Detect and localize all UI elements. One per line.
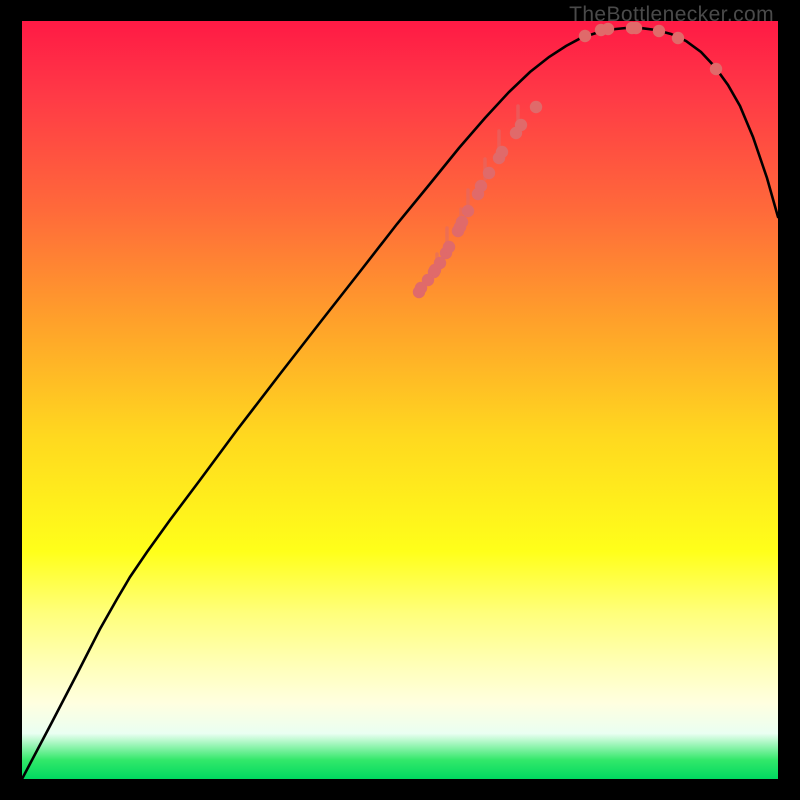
data-point	[710, 63, 722, 75]
data-point	[630, 22, 642, 34]
data-point	[496, 146, 508, 158]
data-point	[602, 23, 614, 35]
data-points	[413, 22, 722, 298]
data-point	[579, 30, 591, 42]
data-point	[515, 119, 527, 131]
data-point	[672, 32, 684, 44]
data-point	[653, 25, 665, 37]
data-point	[530, 101, 542, 113]
data-point	[456, 216, 468, 228]
data-point	[475, 180, 487, 192]
bottleneck-curve	[22, 28, 778, 779]
chart-svg	[22, 21, 778, 779]
data-point	[483, 167, 495, 179]
data-point	[443, 241, 455, 253]
data-point	[462, 205, 474, 217]
